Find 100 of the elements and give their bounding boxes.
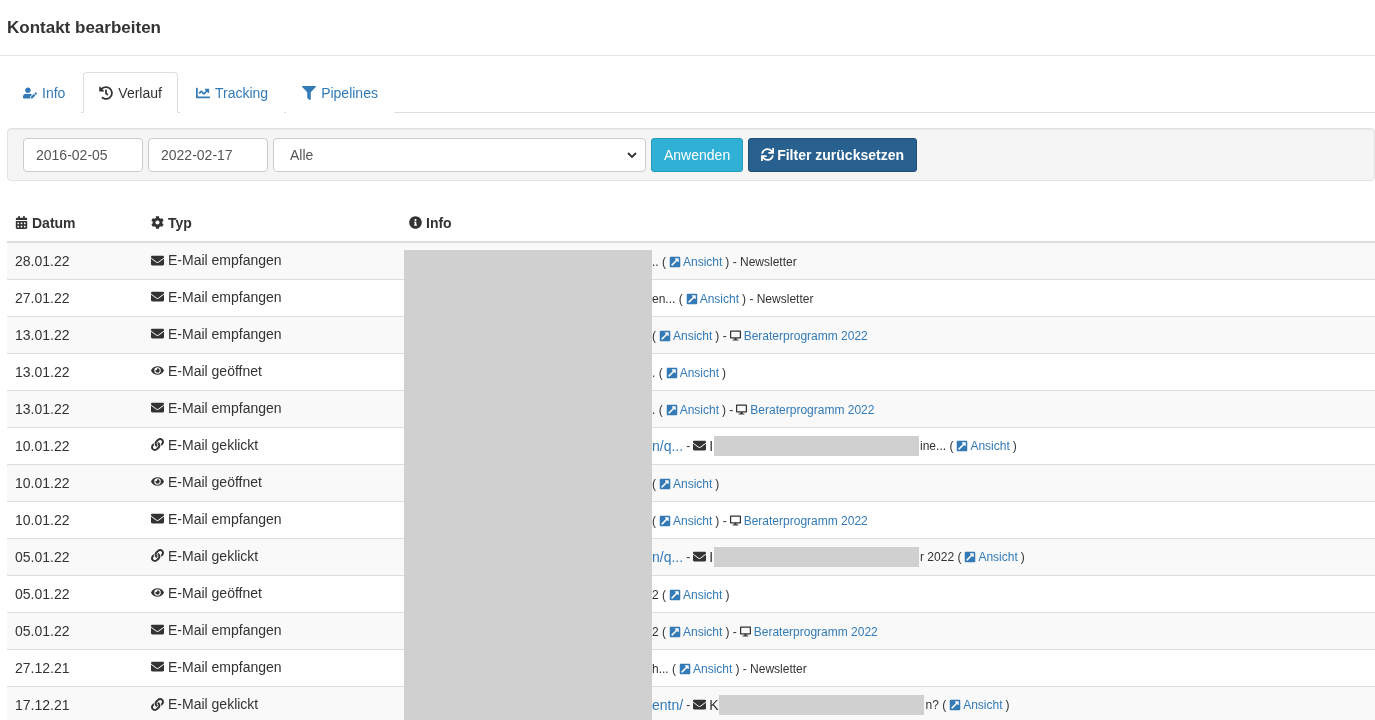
date-cell: 27.01.22	[15, 289, 70, 306]
column-header: Info	[426, 214, 452, 231]
view-link[interactable]: Ansicht	[669, 624, 723, 639]
view-link[interactable]: Ansicht	[659, 476, 713, 491]
info-text: -	[686, 549, 691, 564]
info-icon	[409, 216, 422, 230]
info-text: ) - Newsletter	[742, 291, 814, 306]
date-cell: 10.01.22	[15, 474, 70, 491]
external-link-icon	[964, 550, 977, 563]
monitor-icon	[729, 515, 741, 526]
envelope-icon	[151, 512, 164, 526]
campaign-link[interactable]: Beraterprogramm 2022	[743, 513, 868, 528]
date-cell: 10.01.22	[15, 511, 70, 528]
reset-filter-button[interactable]: Filter zurücksetzen	[748, 137, 917, 172]
type-cell: E-Mail empfangen	[168, 621, 282, 638]
info-text: n? (	[925, 697, 947, 712]
user-edit-icon	[23, 85, 37, 100]
url-link[interactable]: entn/	[652, 696, 684, 713]
envelope-icon	[693, 550, 707, 563]
external-link-icon	[665, 403, 678, 416]
refresh-icon	[761, 148, 775, 161]
chevron-down-icon	[627, 150, 637, 159]
view-link[interactable]: Ansicht	[665, 365, 720, 380]
gear-icon	[151, 216, 164, 230]
eye-icon	[151, 586, 164, 600]
external-link-icon	[685, 292, 698, 305]
external-link-icon	[669, 255, 681, 268]
view-link[interactable]: Ansicht	[669, 254, 723, 269]
eye-icon	[151, 364, 164, 378]
page-title: Kontakt bearbeiten	[7, 17, 162, 39]
info-text: ) - Newsletter	[735, 661, 807, 676]
apply-button[interactable]: Anwenden	[651, 137, 744, 172]
monitor-icon	[729, 330, 741, 341]
external-link-icon	[679, 662, 691, 675]
date-cell: 27.12.21	[15, 659, 70, 676]
date-from-field[interactable]: 2016-02-05	[23, 137, 143, 172]
info-text: ) -	[715, 328, 727, 343]
line-chart-icon	[195, 85, 210, 100]
view-link[interactable]: Ansicht	[679, 661, 733, 676]
info-text: r 2022 (	[920, 549, 962, 564]
info-text: )	[1005, 697, 1010, 712]
filter-icon	[302, 85, 317, 100]
type-cell: E-Mail geklickt	[168, 696, 259, 712]
info-text: 2 (	[652, 624, 666, 639]
type-cell: E-Mail geöffnet	[168, 584, 262, 601]
info-text: )	[725, 587, 730, 602]
tab[interactable]: Verlauf	[83, 72, 178, 113]
envelope-icon	[151, 660, 164, 674]
date-cell: 13.01.22	[15, 326, 70, 343]
eye-icon	[151, 475, 164, 489]
type-cell: E-Mail geklickt	[168, 436, 259, 453]
info-text: ) - Newsletter	[725, 254, 797, 269]
view-link[interactable]: Ansicht	[956, 438, 1010, 453]
envelope-icon	[151, 253, 164, 267]
view-link[interactable]: Ansicht	[665, 402, 720, 417]
date-to-field[interactable]: 2022-02-17	[148, 137, 268, 172]
view-link[interactable]: Ansicht	[685, 291, 740, 306]
info-text: )	[715, 476, 720, 491]
link-icon	[151, 438, 164, 452]
envelope-icon	[151, 290, 164, 304]
info-text: )	[722, 365, 727, 380]
info-text: )	[1012, 438, 1017, 453]
info-text: .. (	[652, 254, 666, 269]
type-select[interactable]: Alle	[273, 137, 646, 172]
view-link[interactable]: Ansicht	[949, 697, 1003, 712]
envelope-icon	[151, 623, 164, 637]
type-cell: E-Mail geöffnet	[168, 362, 262, 379]
calendar-icon	[15, 216, 28, 230]
view-link[interactable]: Ansicht	[659, 513, 713, 528]
mail-subject: I	[709, 437, 714, 454]
column-header: Typ	[168, 214, 192, 231]
info-text: (	[652, 328, 656, 343]
info-text: (	[652, 476, 656, 491]
info-text: ) -	[722, 402, 734, 417]
type-cell: E-Mail geöffnet	[168, 473, 262, 490]
external-link-icon	[659, 514, 671, 527]
external-link-icon	[669, 588, 681, 601]
info-text: en... (	[652, 291, 683, 306]
monitor-icon	[736, 404, 748, 415]
envelope-icon	[151, 401, 164, 415]
type-cell: E-Mail geklickt	[168, 547, 259, 564]
campaign-link[interactable]: Beraterprogramm 2022	[750, 402, 875, 417]
external-link-icon	[949, 698, 962, 711]
info-text: ) -	[725, 624, 737, 639]
view-link[interactable]: Ansicht	[659, 328, 713, 343]
view-link[interactable]: Ansicht	[669, 587, 723, 602]
external-link-icon	[659, 329, 671, 342]
type-cell: E-Mail empfangen	[168, 658, 282, 675]
date-cell: 13.01.22	[15, 363, 70, 380]
url-link[interactable]: n/q...	[652, 437, 684, 454]
column-header: Datum	[32, 214, 76, 231]
date-cell: 10.01.22	[15, 437, 70, 454]
info-text: ine... (	[920, 438, 954, 453]
type-cell: E-Mail empfangen	[168, 288, 282, 305]
view-link[interactable]: Ansicht	[964, 549, 1018, 564]
campaign-link[interactable]: Beraterprogramm 2022	[743, 328, 868, 343]
campaign-link[interactable]: Beraterprogramm 2022	[753, 624, 878, 639]
info-text: -	[686, 438, 691, 453]
date-cell: 13.01.22	[15, 400, 70, 417]
url-link[interactable]: n/q...	[652, 548, 684, 565]
